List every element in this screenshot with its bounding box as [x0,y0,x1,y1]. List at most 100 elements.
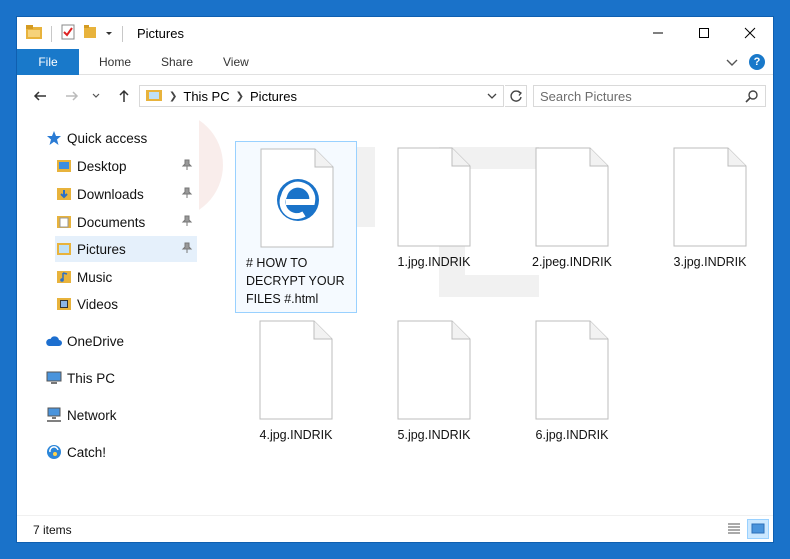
maximize-icon [699,28,709,38]
maximize-button[interactable] [681,17,727,49]
blank-file-icon [535,147,609,252]
sidebar-item-quick-access[interactable]: Quick access [45,125,195,151]
pin-icon[interactable] [181,215,193,230]
videos-folder-icon [55,295,73,313]
recent-locations-button[interactable] [89,85,103,107]
blank-file-icon [397,147,471,252]
close-icon [744,27,756,39]
sidebar-item-this-pc[interactable]: This PC [45,365,195,391]
window-title: Pictures [137,26,184,41]
sidebar-item-label: Music [77,269,113,285]
large-icons-view-button[interactable] [747,519,769,539]
file-item[interactable]: 3.jpg.INDRIK [649,141,771,313]
pin-icon[interactable] [181,242,193,257]
pin-icon[interactable] [181,187,193,202]
address-dropdown-icon[interactable] [485,89,499,106]
details-view-button[interactable] [723,519,745,539]
item-count: 7 items [33,523,72,537]
status-bar: 7 items [17,515,773,542]
file-name: # HOW TO DECRYPT YOUR FILES #.html [246,256,345,306]
minimize-icon [653,32,663,34]
forward-button[interactable] [61,85,83,107]
file-item[interactable]: 2.jpeg.INDRIK [511,141,633,313]
quick-access-toolbar [25,24,125,44]
sidebar-item-label: Quick access [67,130,148,146]
edge-html-icon [260,148,334,253]
sidebar-item-label: Network [67,407,117,423]
sidebar-item-label: Documents [77,214,146,230]
sidebar-item-desktop[interactable]: Desktop [55,153,197,179]
sidebar-item-videos[interactable]: Videos [55,291,197,317]
arrow-up-icon [119,89,129,102]
refresh-button[interactable] [505,85,527,107]
chevron-down-icon [726,59,738,66]
refresh-icon [509,90,522,102]
sidebar-item-label: Desktop [77,158,127,174]
file-item[interactable]: 4.jpg.INDRIK [235,314,357,486]
sidebar-item-documents[interactable]: Documents [55,209,197,235]
file-list[interactable]: # HOW TO DECRYPT YOUR FILES #.html 1.jpg… [199,117,773,513]
properties-icon[interactable] [60,24,76,45]
blank-file-icon [673,147,747,252]
toolbar-divider [122,26,123,42]
sidebar-item-pictures[interactable]: Pictures [55,236,197,262]
breadcrumb-pictures[interactable]: Pictures [250,89,297,104]
sidebar-item-music[interactable]: Music [55,264,197,290]
network-icon [45,406,63,424]
arrow-left-icon [33,91,46,101]
tab-home[interactable]: Home [85,49,145,75]
sidebar-item-label: Catch! [67,444,107,460]
file-item[interactable]: 1.jpg.INDRIK [373,141,495,313]
breadcrumb-separator: ❯ [235,90,245,102]
minimize-button[interactable] [635,17,681,49]
folder-app-icon[interactable] [25,24,43,45]
file-name: 6.jpg.INDRIK [535,428,609,442]
ribbon-tabs: File Home Share View ? [17,49,773,75]
breadcrumb-this-pc[interactable]: This PC [183,89,229,104]
toolbar-divider [51,26,52,42]
blank-file-icon [259,320,333,425]
tab-view[interactable]: View [209,49,263,75]
tab-share[interactable]: Share [147,49,207,75]
search-icon[interactable] [745,89,759,106]
file-item[interactable]: 5.jpg.INDRIK [373,314,495,486]
sidebar-item-onedrive[interactable]: OneDrive [45,328,195,354]
expand-ribbon-button[interactable] [723,53,741,71]
customize-chevron-icon[interactable] [104,25,114,43]
sidebar-item-label: Videos [77,296,119,312]
title-bar: Pictures [17,17,773,49]
tab-file[interactable]: File [17,49,79,75]
star-icon [45,129,63,147]
sidebar-item-catch[interactable]: Catch! [45,439,195,465]
search-input[interactable] [540,88,735,104]
desktop-folder-icon [55,157,73,175]
blank-file-icon [535,320,609,425]
address-bar[interactable]: ❯ This PC ❯ Pictures [139,85,504,107]
new-folder-icon[interactable] [82,24,98,45]
sidebar-item-network[interactable]: Network [45,402,195,428]
downloads-folder-icon [55,185,73,203]
sidebar-item-downloads[interactable]: Downloads [55,181,197,207]
close-button[interactable] [727,17,773,49]
file-name: 5.jpg.INDRIK [397,428,471,442]
pin-icon[interactable] [181,159,193,174]
documents-folder-icon [55,213,73,231]
sidebar-item-label: Downloads [77,186,144,202]
navigation-pane: Quick access Desktop Downloads Documents [17,123,199,513]
file-item[interactable]: 6.jpg.INDRIK [511,314,633,486]
sidebar-item-label: OneDrive [67,333,125,349]
back-button[interactable] [29,85,51,107]
chevron-down-icon [92,93,100,98]
details-view-icon [728,523,740,534]
up-button[interactable] [113,85,135,107]
file-name: 3.jpg.INDRIK [673,255,747,269]
catch-globe-icon [45,443,63,461]
file-name: 4.jpg.INDRIK [259,428,333,442]
search-box[interactable] [533,85,766,107]
breadcrumb-separator: ❯ [169,90,178,102]
file-name: 2.jpeg.INDRIK [532,255,612,269]
explorer-window: Pictures File Home Share View ? ❯ This P… [16,16,774,543]
file-item-html[interactable]: # HOW TO DECRYPT YOUR FILES #.html [235,141,357,313]
help-button[interactable]: ? [749,54,765,70]
arrow-right-icon [66,91,79,101]
